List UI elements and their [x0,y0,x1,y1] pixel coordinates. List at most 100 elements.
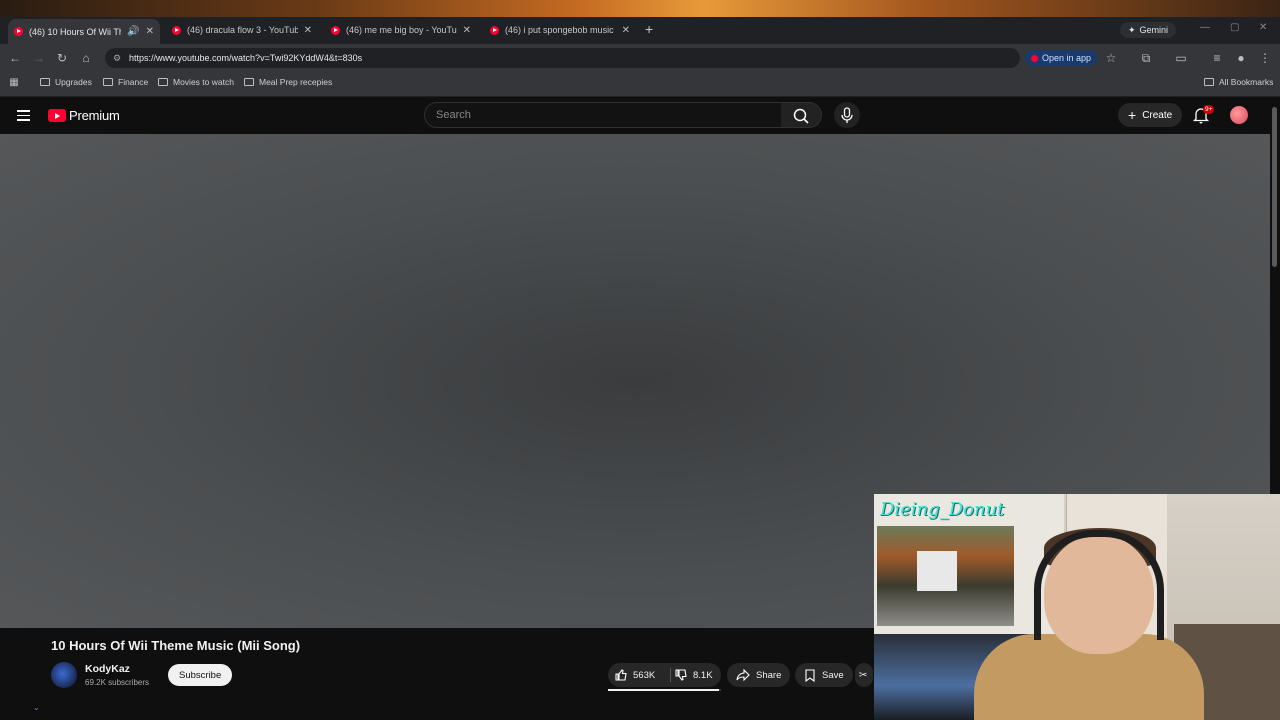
headset-icon [1034,530,1164,640]
apps-grid-icon[interactable]: ▦ [7,76,21,90]
save-button[interactable]: Save [795,663,853,687]
extensions-icon[interactable]: ⧉ [1139,51,1153,65]
save-label: Save [822,669,844,681]
speaker-icon[interactable]: 🔊 [127,26,139,37]
channel-name[interactable]: KodyKaz [85,663,130,675]
folder-icon [244,78,254,86]
webcam-overlay: Dieing_Donut [874,494,1280,720]
new-tab-button[interactable]: + [645,21,653,37]
thumbs-down-icon [675,669,687,681]
tab-title: (46) dracula flow 3 - YouTube [187,25,298,35]
search-button[interactable] [781,102,822,128]
address-bar[interactable]: ⚙ https://www.youtube.com/watch?v=Twi92K… [105,48,1020,68]
video-title: 10 Hours Of Wii Theme Music (Mii Song) [51,638,301,653]
create-label: Create [1142,109,1173,121]
close-tab-icon[interactable]: ✕ [622,25,630,36]
desktop-wallpaper-strip [0,0,1280,17]
bookmark-meal-prep[interactable]: Meal Prep recepies [244,77,332,87]
home-icon[interactable]: ⌂ [79,51,93,65]
folder-icon [103,78,113,86]
youtube-logo-icon [1031,54,1038,62]
dislike-button[interactable]: 8.1K [674,663,713,687]
subscribe-button[interactable]: Subscribe [168,664,233,686]
bookmark-label: Movies to watch [173,77,234,87]
bookmark-label: Finance [118,77,149,87]
browser-menu-icon[interactable]: ⋮ [1258,51,1272,65]
subscriber-count: 69.2K subscribers [85,678,150,687]
tab-title: (46) 10 Hours Of Wii Theme [29,26,121,37]
notification-badge: 9+ [1203,105,1215,114]
like-dislike-group: 563K 8.1K [608,663,721,691]
reload-icon[interactable]: ↻ [55,51,69,65]
youtube-favicon-icon [172,25,181,35]
account-avatar[interactable] [1230,106,1248,124]
folder-icon [40,78,50,86]
tab-wii-theme[interactable]: (46) 10 Hours Of Wii Theme 🔊 ✕ [8,19,160,44]
bookmark-icon [805,668,815,682]
streamer-sign: Dieing_Donut [880,499,1005,520]
create-button[interactable]: + Create [1118,103,1183,127]
bookmark-label: Upgrades [55,77,92,87]
cast-icon[interactable]: ▭ [1174,51,1188,65]
scrollbar-thumb[interactable] [1272,107,1277,267]
tab-title: (46) me me big boy - YouTube [346,25,457,35]
close-tab-icon[interactable]: ✕ [463,25,471,36]
forward-arrow-icon[interactable]: → [32,51,46,65]
open-in-app-label: Open in app [1042,53,1092,63]
monitor-screen-image [877,526,1014,626]
search-input[interactable] [434,108,758,122]
share-button[interactable]: Share [727,663,791,687]
gemini-label: Gemini [1139,25,1169,35]
tab-title: (46) i put spongebob music ov [505,25,616,35]
close-tab-icon[interactable]: ✕ [146,26,154,37]
like-ratio-bar [608,689,721,691]
bookmark-movies[interactable]: Movies to watch [158,77,234,87]
folder-icon [158,78,168,86]
clip-button[interactable]: ✂ [855,663,873,687]
youtube-favicon-icon [14,27,23,36]
all-bookmarks[interactable]: All Bookmarks [1204,77,1273,87]
like-button[interactable]: 563K [614,663,655,687]
scissors-icon: ✂ [859,669,868,681]
share-label: Share [756,669,782,681]
open-in-app-button[interactable]: Open in app [1025,50,1098,66]
logo-text: Premium [69,108,120,123]
like-count: 563K [633,669,656,681]
search-box [424,102,782,128]
bookmark-finance[interactable]: Finance [103,77,148,87]
tab-dracula-flow[interactable]: (46) dracula flow 3 - YouTube ✕ [166,19,318,41]
maximize-button[interactable]: ▢ [1230,22,1239,33]
channel-avatar[interactable] [51,662,77,688]
plus-icon: + [1128,107,1137,123]
share-icon [736,669,750,681]
folder-icon [1204,78,1214,86]
chevron-down-icon: ⌄ [33,703,40,712]
tab-spongebob[interactable]: (46) i put spongebob music ov ✕ [484,19,636,41]
voice-search-button[interactable] [834,102,860,128]
bookmark-star-icon[interactable]: ☆ [1104,51,1118,65]
media-controls-icon[interactable]: ≡ [1210,51,1224,65]
like-divider [670,668,671,682]
sparkle-icon: ✦ [1128,24,1136,35]
all-bookmarks-label: All Bookmarks [1219,77,1274,87]
youtube-logo[interactable]: Premium [48,108,120,123]
youtube-play-icon [48,109,66,122]
close-window-button[interactable]: ✕ [1259,22,1267,33]
dislike-count: 8.1K [693,669,713,681]
microphone-icon [841,107,853,123]
back-arrow-icon[interactable]: ← [8,51,22,65]
url-text: https://www.youtube.com/watch?v=Twi92KYd… [129,53,363,63]
menu-icon[interactable] [17,110,30,124]
bookmark-label: Meal Prep recepies [259,77,333,87]
gemini-button[interactable]: ✦ Gemini [1120,22,1177,38]
youtube-favicon-icon [490,25,499,35]
close-tab-icon[interactable]: ✕ [304,25,312,36]
minimize-button[interactable]: — [1200,22,1210,33]
thumbs-up-icon [615,669,627,681]
like-ratio-fill [608,689,720,691]
site-info-icon[interactable]: ⚙ [105,53,129,64]
profile-icon[interactable]: ● [1234,51,1248,65]
search-icon [793,108,809,124]
bookmark-upgrades[interactable]: Upgrades [40,77,92,87]
tab-me-me-big-boy[interactable]: (46) me me big boy - YouTube ✕ [325,19,477,41]
